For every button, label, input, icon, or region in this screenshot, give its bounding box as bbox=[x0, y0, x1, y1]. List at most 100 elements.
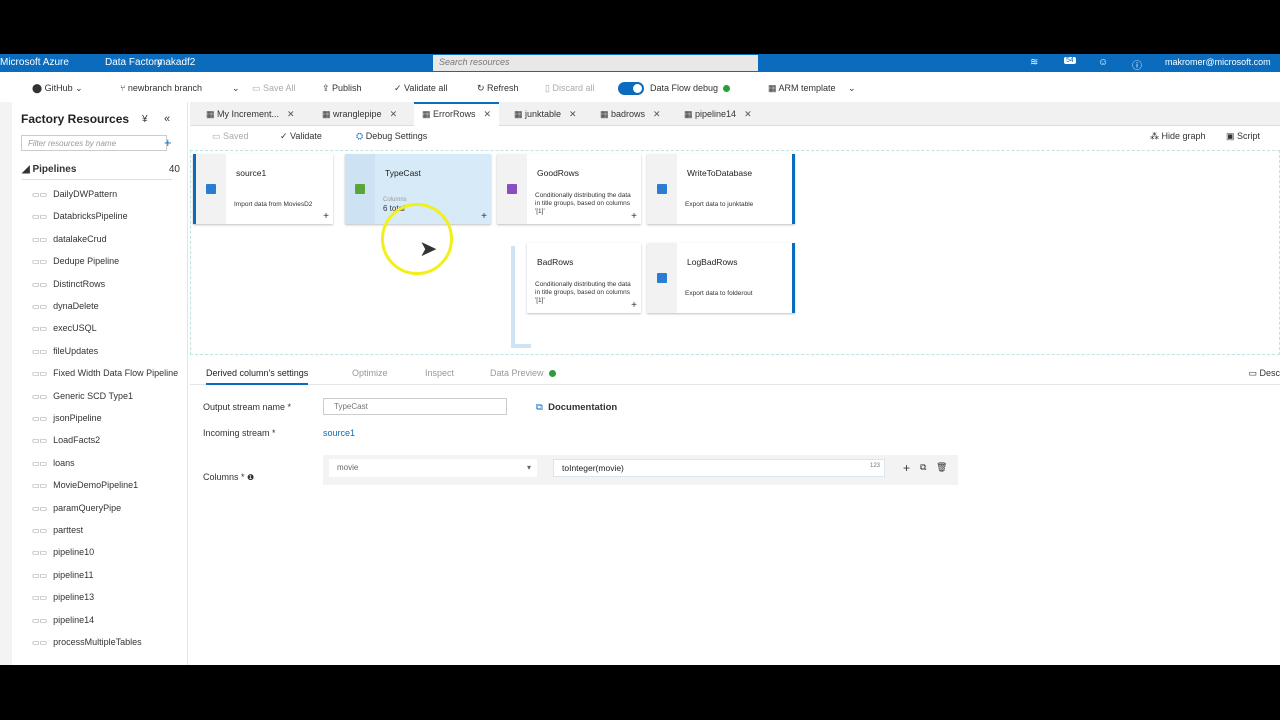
tab-item[interactable]: ▦ ErrorRows ✕ bbox=[414, 102, 500, 126]
flow-node[interactable]: GoodRows Conditionally distributing the d… bbox=[497, 154, 641, 224]
notifications-badge[interactable]: 54 bbox=[1064, 57, 1076, 64]
column-name-select[interactable]: movie ▾ bbox=[329, 459, 537, 477]
delete-icon[interactable]: 🗑 bbox=[936, 462, 947, 473]
chevron-down-icon[interactable]: ⌄ bbox=[232, 83, 240, 94]
branch-select[interactable]: ⑂ newbranch branch bbox=[120, 83, 202, 93]
help-icon[interactable]: ⓘ bbox=[1132, 57, 1142, 72]
arm-label: ARM template bbox=[778, 83, 836, 93]
breadcrumb-service[interactable]: Data Factory bbox=[105, 57, 162, 68]
sidebar-item-pipeline[interactable]: ▭▭ paramQueryPipe bbox=[32, 503, 121, 513]
collapse-all-icon[interactable]: ¥ bbox=[142, 114, 148, 125]
flow-node[interactable]: source1 Import data from MoviesD2 + bbox=[193, 154, 333, 224]
sidebar-item-pipeline[interactable]: ▭▭ DistinctRows bbox=[32, 279, 105, 289]
feedback-icon[interactable]: ≋ bbox=[1030, 57, 1038, 68]
sidebar-item-pipeline[interactable]: ▭▭ MovieDemoPipeline1 bbox=[32, 480, 138, 490]
mouse-cursor-icon: ➤ bbox=[419, 236, 438, 261]
smiley-icon[interactable]: ☺ bbox=[1098, 57, 1108, 68]
settings-tab[interactable]: Data Preview bbox=[490, 368, 556, 378]
close-icon[interactable]: ✕ bbox=[744, 109, 752, 119]
debug-toggle[interactable] bbox=[618, 82, 644, 95]
publish-button[interactable]: ⇪ Publish bbox=[322, 83, 362, 94]
pipelines-section[interactable]: ◢ Pipelines 40 bbox=[22, 164, 180, 180]
sidebar-item-pipeline[interactable]: ▭▭ processMultipleTables bbox=[32, 637, 142, 647]
sidebar-item-pipeline[interactable]: ▭▭ Generic SCD Type1 bbox=[32, 391, 133, 401]
sidebar-item-pipeline[interactable]: ▭▭ Dedupe Pipeline bbox=[32, 256, 119, 266]
add-column-button[interactable]: + bbox=[903, 461, 910, 475]
sidebar-item-pipeline[interactable]: ▭▭ DailyDWPattern bbox=[32, 189, 117, 199]
add-transform-button[interactable]: + bbox=[631, 300, 637, 311]
arm-template-button[interactable]: ▦ ARM template ⌄ bbox=[768, 83, 856, 94]
flow-node[interactable]: LogBadRows Export data to folderout bbox=[647, 243, 795, 313]
filter-input[interactable]: Filter resources by name bbox=[21, 135, 167, 151]
sidebar-item-pipeline[interactable]: ▭▭ Fixed Width Data Flow Pipeline bbox=[32, 368, 178, 378]
tab-item[interactable]: ▦ My Increment... ✕ bbox=[198, 102, 303, 126]
pipeline-label: jsonPipeline bbox=[53, 413, 102, 423]
toolbar: ⬤ GitHub ⌄ ⑂ newbranch branch ⌄ ▭ Save A… bbox=[0, 80, 1280, 98]
close-icon[interactable]: ✕ bbox=[287, 109, 295, 119]
settings-tab-label: Optimize bbox=[352, 368, 388, 378]
node-name: TypeCast bbox=[385, 168, 421, 178]
breadcrumb-factory[interactable]: makadf2 bbox=[157, 57, 195, 68]
github-button[interactable]: ⬤ GitHub ⌄ bbox=[32, 83, 83, 94]
incoming-stream-value[interactable]: source1 bbox=[323, 428, 355, 438]
pipeline-label: parttest bbox=[53, 525, 84, 535]
discard-all-button[interactable]: ▯ Discard all bbox=[545, 83, 594, 94]
documentation-link[interactable]: ⧉ Documentation bbox=[536, 402, 617, 413]
tab-item[interactable]: ▦ junktable ✕ bbox=[506, 102, 585, 126]
tab-item[interactable]: ▦ badrows ✕ bbox=[592, 102, 669, 126]
tab-label: ErrorRows bbox=[433, 109, 476, 119]
add-transform-button[interactable]: + bbox=[481, 211, 487, 222]
add-transform-button[interactable]: + bbox=[631, 211, 637, 222]
flow-node[interactable]: WriteToDatabase Export data to junktable bbox=[647, 154, 795, 224]
tab-item[interactable]: ▦ wranglepipe ✕ bbox=[314, 102, 405, 126]
info-icon[interactable]: ❶ bbox=[247, 473, 254, 482]
save-all-label: Save All bbox=[263, 83, 296, 93]
sidebar-item-pipeline[interactable]: ▭▭ DatabricksPipeline bbox=[32, 211, 128, 221]
settings-tab[interactable]: Optimize bbox=[352, 368, 388, 378]
sidebar-item-pipeline[interactable]: ▭▭ loans bbox=[32, 458, 75, 468]
add-transform-button[interactable]: + bbox=[323, 211, 329, 222]
output-stream-input[interactable]: TypeCast bbox=[323, 398, 507, 415]
copy-icon[interactable]: ⧉ bbox=[920, 462, 926, 473]
sidebar-item-pipeline[interactable]: ▭▭ execUSQL bbox=[32, 323, 97, 333]
search-input[interactable]: Search resources bbox=[433, 55, 758, 71]
close-icon[interactable]: ✕ bbox=[484, 109, 492, 119]
expression-input[interactable]: toInteger(movie) 123 bbox=[553, 459, 885, 477]
debug-settings-button[interactable]: ⛭ Debug Settings bbox=[356, 131, 427, 142]
sidebar-item-pipeline[interactable]: ▭▭ dynaDelete bbox=[32, 301, 99, 311]
sidebar-item-pipeline[interactable]: ▭▭ pipeline14 bbox=[32, 615, 94, 625]
validate-button[interactable]: ✓ Validate bbox=[280, 131, 322, 142]
description-button[interactable]: ▭ Desc bbox=[1248, 368, 1280, 379]
validate-label: Validate bbox=[290, 131, 322, 141]
close-icon[interactable]: ✕ bbox=[390, 109, 398, 119]
user-account[interactable]: makromer@microsoft.com bbox=[1165, 57, 1271, 67]
settings-tab[interactable]: Inspect bbox=[425, 368, 454, 378]
refresh-button[interactable]: ↻ Refresh bbox=[477, 83, 519, 94]
hide-graph-button[interactable]: ⁂ Hide graph bbox=[1150, 131, 1206, 142]
pipeline-icon: ▭▭ bbox=[32, 570, 48, 580]
sidebar-item-pipeline[interactable]: ▭▭ jsonPipeline bbox=[32, 413, 102, 423]
save-all-button[interactable]: ▭ Save All bbox=[252, 83, 296, 94]
data-flow-canvas[interactable]: source1 Import data from MoviesD2 + TypeCas… bbox=[190, 150, 1280, 355]
sidebar-item-pipeline[interactable]: ▭▭ LoadFacts2 bbox=[32, 435, 100, 445]
validate-all-button[interactable]: ✓ Validate all bbox=[394, 83, 447, 94]
sidebar-item-pipeline[interactable]: ▭▭ pipeline10 bbox=[32, 547, 94, 557]
sidebar-item-pipeline[interactable]: ▭▭ fileUpdates bbox=[32, 346, 98, 356]
sidebar-item-pipeline[interactable]: ▭▭ pipeline13 bbox=[32, 592, 94, 602]
close-icon[interactable]: ✕ bbox=[569, 109, 577, 119]
tab-label: My Increment... bbox=[217, 109, 280, 119]
tab-item[interactable]: ▦ pipeline14 ✕ bbox=[676, 102, 760, 126]
settings-tab[interactable]: Derived column's settings bbox=[206, 368, 309, 385]
script-button[interactable]: ▣ Script bbox=[1226, 131, 1260, 142]
brand[interactable]: Microsoft Azure bbox=[0, 57, 69, 68]
tab-icon: ▦ bbox=[422, 109, 434, 119]
sidebar-item-pipeline[interactable]: ▭▭ parttest bbox=[32, 525, 83, 535]
close-icon[interactable]: ✕ bbox=[653, 109, 661, 119]
sidebar-item-pipeline[interactable]: ▭▭ pipeline11 bbox=[32, 570, 94, 580]
pipeline-icon: ▭▭ bbox=[32, 324, 48, 334]
add-resource-button[interactable]: + bbox=[164, 135, 172, 150]
pipeline-icon: ▭▭ bbox=[32, 436, 48, 446]
sidebar-item-pipeline[interactable]: ▭▭ datalakeCrud bbox=[32, 234, 107, 244]
collapse-panel-icon[interactable]: « bbox=[164, 113, 170, 125]
flow-node[interactable]: BadRows Conditionally distributing the da… bbox=[527, 243, 641, 313]
